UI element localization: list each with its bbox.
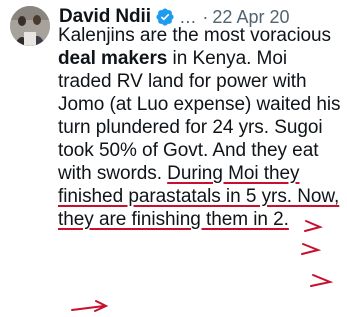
tweet-text-bold: deal makers bbox=[58, 48, 168, 69]
tweet[interactable]: David Ndii ... · 22 Apr 20 Kalenjins are… bbox=[0, 0, 347, 317]
avatar-photo bbox=[10, 6, 50, 46]
arrow-head-line2 bbox=[301, 243, 322, 255]
arrow-head-line4 bbox=[94, 300, 109, 312]
tweet-text-part1: Kalenjins are the most voracious bbox=[58, 25, 331, 46]
avatar[interactable] bbox=[10, 6, 50, 46]
arrow-line4 bbox=[71, 305, 105, 311]
arrow-head-line3 bbox=[310, 274, 334, 287]
tweet-text: Kalenjins are the most voracious deal ma… bbox=[58, 24, 344, 231]
